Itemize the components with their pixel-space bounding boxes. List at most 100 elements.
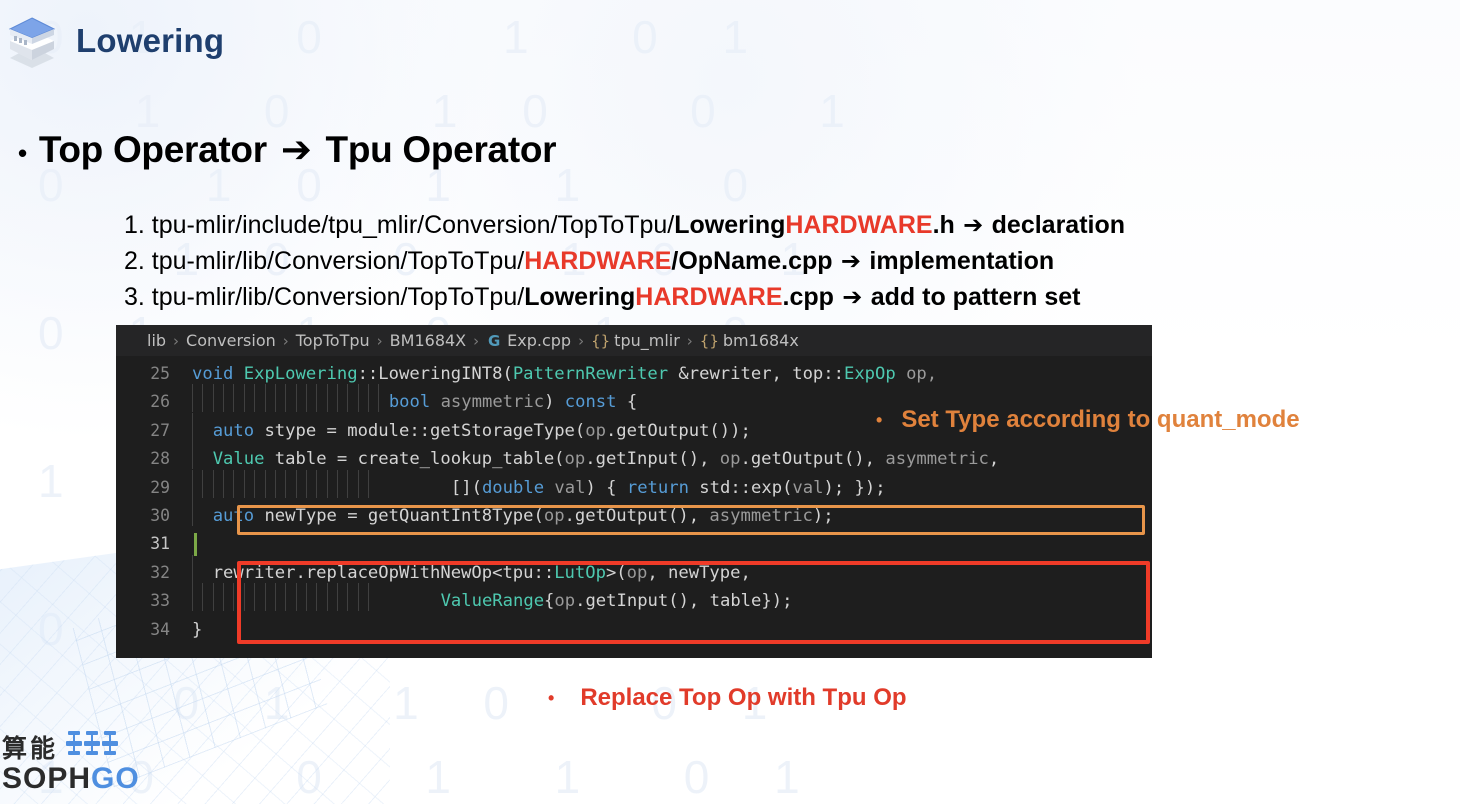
code-line[interactable]: 31 [116, 530, 1152, 558]
code-token: op [719, 449, 741, 470]
indent-guide [192, 583, 202, 615]
list-item-text: tpu-mlir/include/tpu_mlir/Conversion/Top… [144, 211, 675, 239]
indent-guide [254, 583, 264, 615]
list-item-text: Lowering [524, 283, 636, 311]
breadcrumb-item-bm1684x[interactable]: bm1684x [723, 331, 799, 350]
indent-guide [254, 384, 264, 416]
code-line[interactable]: 30 auto newType = getQuantInt8Type(op.ge… [116, 497, 1152, 530]
code-token: LutOp [554, 562, 606, 583]
list-item-text: .h [932, 211, 955, 239]
annotation-set-type: • Set Type according to quant_mode [876, 406, 1300, 434]
code-line[interactable]: 29 [](double val) { return std::exp(val)… [116, 469, 1152, 502]
code-token: .getOutput(), [564, 505, 710, 526]
code-body[interactable]: 25 void ExpLowering::LoweringINT8(Pattern… [116, 356, 1152, 644]
breadcrumb-item-conversion[interactable]: Conversion [186, 331, 276, 350]
breadcrumb-item-tpu-mlir[interactable]: tpu_mlir [614, 331, 680, 350]
indent-guide [347, 384, 357, 416]
code-token: op [626, 562, 648, 583]
code-token: []( [378, 477, 482, 498]
bullet-dot-icon: • [876, 409, 883, 430]
breadcrumb-separator-icon: › [686, 331, 693, 350]
code-line-text [192, 530, 1152, 558]
list-item-text: /OpName.cpp [671, 247, 833, 275]
indent-guide [368, 583, 378, 615]
breadcrumb-item-toptotpu[interactable]: TopToTpu [296, 331, 370, 350]
cpp-file-icon: G [487, 331, 501, 350]
list-item-text: Lowering [674, 211, 786, 239]
line-number: 25 [150, 364, 170, 383]
code-line-text: rewriter.replaceOpWithNewOp<tpu::LutOp>(… [192, 554, 1152, 587]
code-token: std::exp( [699, 477, 793, 498]
line-number: 33 [150, 591, 170, 611]
indent-guide [316, 384, 326, 416]
code-token: op [564, 449, 586, 470]
cube-stack-icon [6, 16, 58, 68]
hardware-placeholder-text: HARDWARE [635, 283, 783, 311]
indent-guide [254, 469, 264, 502]
arrow-right-icon: ➔ [280, 128, 312, 171]
code-token: ) { [585, 477, 627, 498]
line-number: 29 [150, 477, 170, 497]
indent-guide [274, 469, 285, 502]
heading-right-text: Tpu Operator [325, 129, 557, 170]
breadcrumb-item-lib[interactable]: lib [147, 331, 166, 350]
namespace-icon: {} [591, 331, 611, 350]
code-token: ); [812, 505, 834, 526]
code-token: val [792, 477, 824, 498]
indent-guide [264, 469, 275, 502]
indent-guide [337, 384, 347, 416]
code-token: table = create_lookup_table( [274, 449, 565, 470]
indent-guide [295, 469, 306, 502]
code-line[interactable]: 25 void ExpLowering::LoweringINT8(Pattern… [116, 360, 1152, 388]
indent-guide [192, 497, 202, 530]
bullet-dot-icon: • [18, 138, 27, 168]
arrow-right-icon: ➔ [832, 247, 870, 275]
code-token: val [554, 477, 586, 498]
binary-row: 1 0 0 1 1 0 1 [38, 751, 826, 803]
code-token: .getOutput()); [605, 420, 751, 441]
indent-guide [233, 384, 243, 416]
indent-guide [357, 384, 368, 416]
breadcrumb[interactable]: lib › Conversion › TopToTpu › BM1684X › G Exp.cpp… [116, 325, 1152, 356]
indent-guide [223, 469, 233, 502]
indent-guide [274, 583, 285, 615]
code-token: Value [202, 449, 275, 470]
breadcrumb-item-exp-cpp[interactable]: Exp.cpp [507, 331, 571, 350]
indent-guide [337, 583, 347, 615]
indent-guide [368, 384, 378, 416]
indent-guide [202, 469, 212, 502]
code-token: op, [895, 364, 938, 384]
code-token: :: [357, 364, 379, 384]
indent-guide [326, 583, 337, 615]
code-line[interactable]: 32 rewriter.replaceOpWithNewOp<tpu::LutO… [116, 554, 1152, 587]
indent-guide [233, 583, 243, 615]
code-token: asymmetric [440, 392, 545, 413]
indent-guide [264, 384, 275, 416]
code-token: .getInput(), table}); [575, 591, 793, 612]
annotation-replace-op: • Replace Top Op with Tpu Op [548, 684, 907, 712]
namespace-icon: {} [699, 331, 719, 350]
code-line-text: Value table = create_lookup_table(op.get… [192, 441, 1152, 473]
code-token: >( [605, 562, 627, 583]
indent-guide [295, 384, 306, 416]
code-token: newType = getQuantInt8Type( [264, 505, 544, 526]
indent-guide [192, 384, 202, 416]
breadcrumb-item-bm1684x[interactable]: BM1684X [390, 331, 466, 350]
code-line[interactable]: 34} [116, 616, 1152, 644]
indent-guide [264, 583, 275, 615]
indent-guide [305, 384, 316, 416]
line-number: 32 [150, 562, 170, 582]
code-line[interactable]: 28 Value table = create_lookup_table(op.… [116, 441, 1152, 473]
heading-left-text: Top Operator [38, 129, 267, 170]
line-number: 26 [150, 392, 170, 412]
code-token: { [544, 591, 555, 612]
line-number: 28 [150, 449, 170, 469]
code-token: ) [544, 392, 565, 413]
indent-guide [223, 583, 233, 615]
code-token: &rewriter, [678, 364, 793, 384]
code-line[interactable]: 33 ValueRange{op.getInput(), table}); [116, 583, 1152, 615]
indent-guide [347, 583, 357, 615]
indent-guide [202, 384, 212, 416]
list-item: 3. tpu-mlir/lib/Conversion/TopToTpu/Lowe… [124, 279, 1125, 315]
